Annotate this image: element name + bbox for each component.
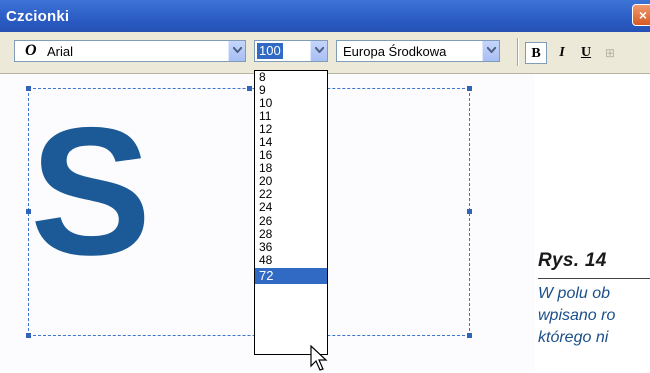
charset-combobox[interactable]: Europa Środkowa <box>336 40 500 62</box>
chevron-down-icon <box>233 47 242 53</box>
caption-text: W polu ob wpisano ro którego ni <box>538 283 650 349</box>
italic-button[interactable]: I <box>551 42 573 64</box>
mouse-cursor-icon <box>310 345 328 371</box>
format-buttons: B I U ⊞ <box>518 38 650 66</box>
underline-button[interactable]: U <box>575 42 597 64</box>
caption-divider <box>538 278 650 279</box>
resize-handle[interactable] <box>247 86 252 91</box>
chevron-down-icon <box>315 47 324 53</box>
font-size-value[interactable]: 100 <box>257 43 283 59</box>
resize-handle[interactable] <box>467 209 472 214</box>
resize-handle[interactable] <box>26 333 31 338</box>
resize-handle[interactable] <box>467 86 472 91</box>
resize-handle[interactable] <box>467 333 472 338</box>
window-title: Czcionki <box>6 8 70 25</box>
more-format-button[interactable]: ⊞ <box>599 42 621 64</box>
caption-line: którego ni <box>538 329 609 346</box>
size-option[interactable]: 48 <box>255 253 327 267</box>
size-option[interactable]: 24 <box>255 201 327 214</box>
size-option[interactable]: 72 <box>255 267 327 284</box>
size-option[interactable]: 28 <box>255 227 327 241</box>
size-option[interactable]: 36 <box>255 240 327 254</box>
font-toolbar: O Arial 100 Europa Środkowa B I U ⊞ <box>0 32 650 74</box>
font-name-dropdown-button[interactable] <box>228 41 245 61</box>
preview-letter: S <box>30 89 152 293</box>
close-button[interactable]: × <box>632 4 650 26</box>
font-name-value: Arial <box>47 44 74 59</box>
font-name-combobox[interactable]: O Arial <box>14 40 246 62</box>
charset-dropdown-button[interactable] <box>482 41 499 61</box>
font-type-icon: O <box>25 42 37 59</box>
caption-line: wpisano ro <box>538 307 616 324</box>
caption-title: Rys. 14 <box>538 250 607 271</box>
window-titlebar: Czcionki × <box>0 0 650 32</box>
close-icon: × <box>638 7 648 23</box>
size-option[interactable]: 26 <box>255 214 327 228</box>
font-size-dropdown-list[interactable]: 8 9 10 11 12 14 16 18 20 22 24 26 28 36 48 72 <box>254 70 328 355</box>
font-size-combobox[interactable]: 100 <box>254 40 328 62</box>
charset-value: Europa Środkowa <box>343 44 447 59</box>
font-size-dropdown-button[interactable] <box>310 41 327 61</box>
caption-line: W polu ob <box>538 285 611 302</box>
chevron-down-icon <box>487 47 496 53</box>
bold-button[interactable]: B <box>525 42 547 64</box>
figure-caption: Rys. 14 W polu ob wpisano ro którego ni <box>538 250 650 349</box>
